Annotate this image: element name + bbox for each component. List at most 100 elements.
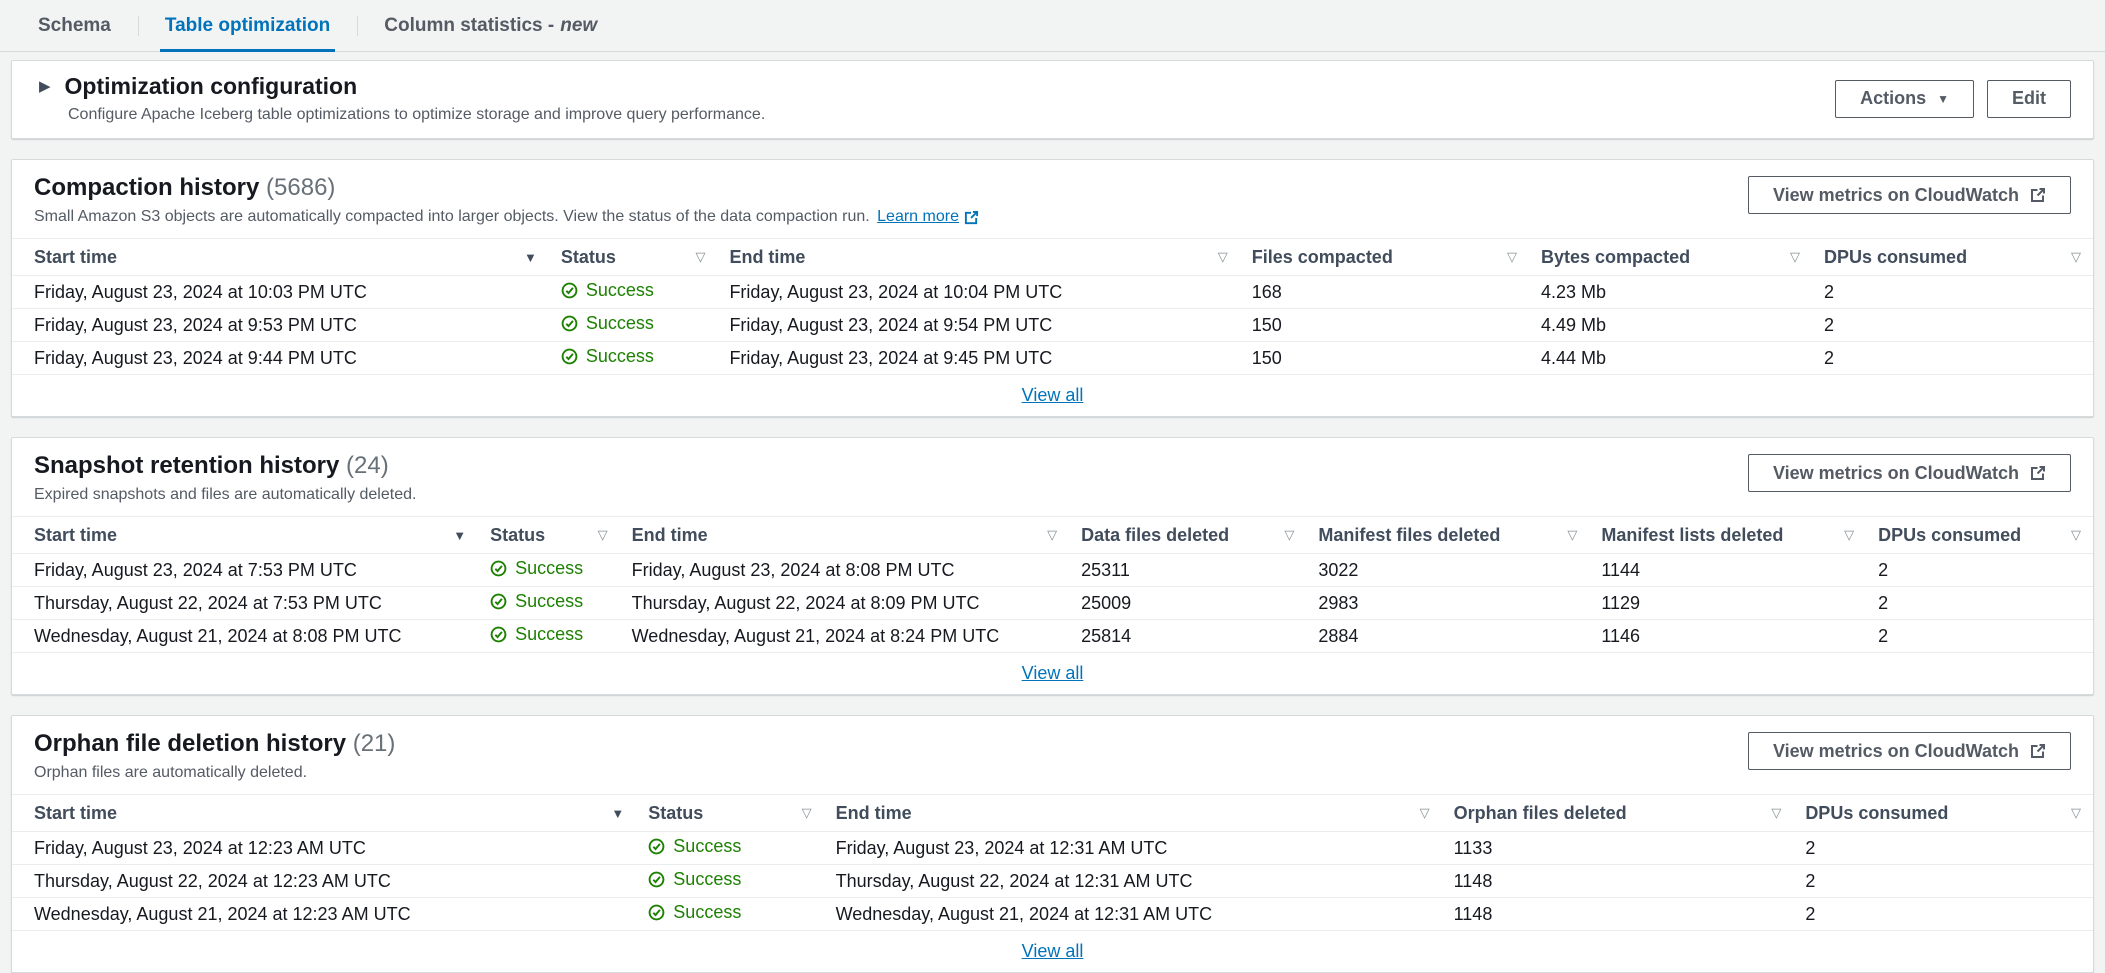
table-row: Friday, August 23, 2024 at 10:03 PM UTCS… [12, 276, 2093, 309]
table-row: Thursday, August 22, 2024 at 7:53 PM UTC… [12, 587, 2093, 620]
status-label: Success [586, 280, 654, 301]
table-optimization-content: ▶ Optimization configuration Configure A… [0, 52, 2105, 973]
column-header-status[interactable]: Status▽ [478, 517, 620, 554]
sort-descending-icon[interactable]: ▼ [453, 528, 466, 543]
sortable-icon[interactable]: ▽ [1790, 249, 1800, 265]
sortable-icon[interactable]: ▽ [802, 805, 812, 821]
view-metrics-cloudwatch-button[interactable]: View metrics on CloudWatch [1748, 176, 2071, 214]
cloudwatch-button-label: View metrics on CloudWatch [1773, 185, 2019, 206]
expandable-section-header[interactable]: ▶ Optimization configuration [39, 73, 765, 100]
tab-table-optimization[interactable]: Table optimization [138, 0, 357, 51]
sortable-icon[interactable]: ▽ [695, 249, 705, 265]
panel-header: Snapshot retention history (24) Expired … [12, 438, 2093, 516]
actions-button[interactable]: Actions ▼ [1835, 80, 1974, 118]
sortable-icon[interactable]: ▽ [2071, 805, 2081, 821]
column-header-dpus-consumed[interactable]: DPUs consumed▽ [1812, 239, 2093, 276]
column-header-status[interactable]: Status ▽ [549, 239, 718, 276]
column-header-start-time[interactable]: Start time▼ [12, 239, 549, 276]
column-header-orphan-files-deleted[interactable]: Orphan files deleted▽ [1442, 795, 1794, 832]
view-all-link[interactable]: View all [1022, 663, 1084, 684]
sortable-icon[interactable]: ▽ [1771, 805, 1781, 821]
sort-descending-icon[interactable]: ▼ [524, 250, 537, 265]
panel-header-text: Orphan file deletion history (21) Orphan… [34, 730, 395, 782]
column-header-dpus-consumed[interactable]: DPUs consumed ▽ [1793, 795, 2093, 832]
table-cell: 4.23 Mb [1529, 276, 1812, 309]
sortable-icon[interactable]: ▽ [598, 527, 608, 543]
success-check-icon [561, 315, 578, 332]
status-label: Success [586, 346, 654, 367]
status-label: Success [673, 836, 741, 857]
table-row: Wednesday, August 21, 2024 at 8:08 PM UT… [12, 620, 2093, 653]
panel-count: (24) [346, 452, 389, 479]
column-header-label: Status [561, 247, 616, 268]
column-header-dpus-consumed[interactable]: DPUs consumed▽ [1866, 517, 2093, 554]
status-cell: Success [549, 276, 718, 309]
view-metrics-cloudwatch-button[interactable]: View metrics on CloudWatch [1748, 454, 2071, 492]
sortable-icon[interactable]: ▽ [1284, 527, 1294, 543]
orphan-file-deletion-history-panel: Orphan file deletion history (21) Orphan… [11, 715, 2094, 973]
column-header-files-compacted[interactable]: Files compacted▽ [1240, 239, 1529, 276]
column-header-bytes-compacted[interactable]: Bytes compacted▽ [1529, 239, 1812, 276]
sortable-icon[interactable]: ▽ [1218, 249, 1228, 265]
table-header-row: Start time▼Status▽End time▽Orphan files … [12, 795, 2093, 832]
table-cell: 4.49 Mb [1529, 309, 1812, 342]
sortable-icon[interactable]: ▽ [1567, 527, 1577, 543]
optimization-configuration-panel: ▶ Optimization configuration Configure A… [11, 60, 2094, 139]
orphan-file-deletion-history-table: Start time▼Status▽End time▽Orphan files … [12, 794, 2093, 931]
column-header-manifest-lists-deleted[interactable]: Manifest lists deleted▽ [1589, 517, 1866, 554]
status-cell: Success [549, 342, 718, 375]
status-success-badge: Success [561, 313, 654, 334]
edit-button[interactable]: Edit [1987, 80, 2071, 118]
table-row: Friday, August 23, 2024 at 9:44 PM UTCSu… [12, 342, 2093, 375]
status-label: Success [673, 902, 741, 923]
table-cell: 2884 [1306, 620, 1589, 653]
panel-description-text: Orphan files are automatically deleted. [34, 764, 307, 781]
column-header-end-time[interactable]: End time▽ [824, 795, 1442, 832]
column-header-end-time[interactable]: End time▽ [717, 239, 1239, 276]
status-label: Success [515, 558, 583, 579]
panel-header: Orphan file deletion history (21) Orphan… [12, 716, 2093, 794]
table-cell: 1148 [1442, 898, 1794, 931]
sortable-icon[interactable]: ▽ [1047, 527, 1057, 543]
column-header-start-time[interactable]: Start time▼ [12, 517, 478, 554]
view-all-link[interactable]: View all [1022, 385, 1084, 406]
column-header-data-files-deleted[interactable]: Data files deleted▽ [1069, 517, 1306, 554]
table-cell: 2 [1793, 865, 2093, 898]
column-header-label: Manifest files deleted [1318, 525, 1500, 546]
status-label: Success [515, 624, 583, 645]
status-success-badge: Success [648, 836, 741, 857]
view-all-link[interactable]: View all [1022, 941, 1084, 962]
column-header-status[interactable]: Status▽ [636, 795, 823, 832]
success-check-icon [490, 560, 507, 577]
tab-column-statistics[interactable]: Column statistics - new [357, 0, 624, 51]
column-header-label: DPUs consumed [1805, 803, 1948, 824]
learn-more-link[interactable]: Learn more [877, 208, 979, 226]
view-all-row: View all [12, 375, 2093, 416]
tab-schema[interactable]: Schema [11, 0, 138, 51]
sortable-icon[interactable]: ▽ [2071, 527, 2081, 543]
column-header-start-time[interactable]: Start time▼ [12, 795, 636, 832]
cloudwatch-button-label: View metrics on CloudWatch [1773, 741, 2019, 762]
sortable-icon[interactable]: ▽ [2071, 249, 2081, 265]
table-cell: Wednesday, August 21, 2024 at 12:31 AM U… [824, 898, 1442, 931]
view-metrics-cloudwatch-button[interactable]: View metrics on CloudWatch [1748, 732, 2071, 770]
table-cell: 25009 [1069, 587, 1306, 620]
panel-description: Orphan files are automatically deleted. [34, 764, 395, 782]
success-check-icon [561, 282, 578, 299]
sortable-icon[interactable]: ▽ [1507, 249, 1517, 265]
panel-header: Compaction history (5686) Small Amazon S… [12, 160, 2093, 238]
sortable-icon[interactable]: ▽ [1844, 527, 1854, 543]
expand-caret-icon[interactable]: ▶ [39, 79, 51, 94]
success-check-icon [490, 626, 507, 643]
sort-descending-icon[interactable]: ▼ [611, 806, 624, 821]
status-cell: Success [478, 554, 620, 587]
external-link-icon [964, 210, 979, 225]
table-cell: Wednesday, August 21, 2024 at 8:24 PM UT… [620, 620, 1069, 653]
status-label: Success [673, 869, 741, 890]
column-header-manifest-files-deleted[interactable]: Manifest files deleted ▽ [1306, 517, 1589, 554]
column-header-end-time[interactable]: End time▽ [620, 517, 1069, 554]
sortable-icon[interactable]: ▽ [1420, 805, 1430, 821]
table-cell: Friday, August 23, 2024 at 7:53 PM UTC [12, 554, 478, 587]
tab-label: Column statistics - [384, 15, 554, 37]
external-link-icon [2030, 465, 2046, 481]
